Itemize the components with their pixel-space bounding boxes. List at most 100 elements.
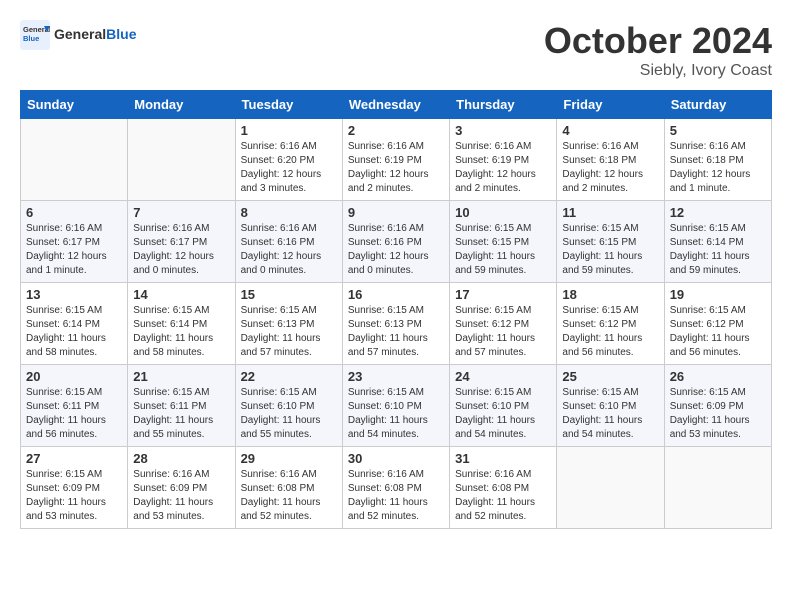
day-number: 12 [670,205,766,220]
day-cell: 14 Sunrise: 6:15 AM Sunset: 6:14 PM Dayli… [128,283,235,365]
day-cell: 11 Sunrise: 6:15 AM Sunset: 6:15 PM Dayli… [557,201,664,283]
day-cell [664,447,771,529]
day-cell: 5Sunrise: 6:16 AM Sunset: 6:18 PM Daylig… [664,119,771,201]
location-subtitle: Siebly, Ivory Coast [544,62,772,80]
day-number: 14 [133,287,229,302]
day-number: 4 [562,123,658,138]
logo-icon: General Blue [20,20,50,50]
logo: General Blue GeneralBlue [20,20,136,50]
day-number: 28 [133,451,229,466]
weekday-header-row: SundayMondayTuesdayWednesdayThursdayFrid… [21,91,772,119]
day-number: 6 [26,205,122,220]
day-info: Sunrise: 6:16 AM Sunset: 6:18 PM Dayligh… [562,140,658,196]
day-cell: 27Sunrise: 6:15 AM Sunset: 6:09 PM Dayli… [21,447,128,529]
day-number: 19 [670,287,766,302]
day-number: 20 [26,369,122,384]
day-number: 3 [455,123,551,138]
day-info: Sunrise: 6:15 AM Sunset: 6:15 PM Dayligh… [562,222,658,278]
day-number: 26 [670,369,766,384]
day-number: 15 [241,287,337,302]
day-cell: 16 Sunrise: 6:15 AM Sunset: 6:13 PM Dayli… [342,283,449,365]
week-row-4: 20 Sunrise: 6:15 AM Sunset: 6:11 PM Dayli… [21,365,772,447]
day-info: Sunrise: 6:16 AM Sunset: 6:17 PM Dayligh… [26,222,122,278]
day-info: Sunrise: 6:15 AM Sunset: 6:10 PM Dayligh… [562,386,658,442]
day-cell: 31 Sunrise: 6:16 AM Sunset: 6:08 PM Dayli… [450,447,557,529]
day-cell: 8Sunrise: 6:16 AM Sunset: 6:16 PM Daylig… [235,201,342,283]
day-cell: 2 Sunrise: 6:16 AM Sunset: 6:19 PM Daylig… [342,119,449,201]
day-number: 8 [241,205,337,220]
day-info: Sunrise: 6:15 AM Sunset: 6:13 PM Dayligh… [241,304,337,360]
day-cell: 17Sunrise: 6:15 AM Sunset: 6:12 PM Dayli… [450,283,557,365]
day-cell [21,119,128,201]
day-info: Sunrise: 6:15 AM Sunset: 6:10 PM Dayligh… [348,386,444,442]
week-row-5: 27Sunrise: 6:15 AM Sunset: 6:09 PM Dayli… [21,447,772,529]
day-cell: 6 Sunrise: 6:16 AM Sunset: 6:17 PM Daylig… [21,201,128,283]
week-row-1: 1 Sunrise: 6:16 AM Sunset: 6:20 PM Daylig… [21,119,772,201]
day-number: 30 [348,451,444,466]
day-number: 31 [455,451,551,466]
day-info: Sunrise: 6:15 AM Sunset: 6:11 PM Dayligh… [26,386,122,442]
weekday-header-tuesday: Tuesday [235,91,342,119]
day-info: Sunrise: 6:16 AM Sunset: 6:20 PM Dayligh… [241,140,337,196]
day-number: 13 [26,287,122,302]
day-info: Sunrise: 6:16 AM Sunset: 6:19 PM Dayligh… [455,140,551,196]
day-cell: 3 Sunrise: 6:16 AM Sunset: 6:19 PM Daylig… [450,119,557,201]
weekday-header-friday: Friday [557,91,664,119]
day-number: 10 [455,205,551,220]
day-cell: 12 Sunrise: 6:15 AM Sunset: 6:14 PM Dayli… [664,201,771,283]
day-info: Sunrise: 6:16 AM Sunset: 6:19 PM Dayligh… [348,140,444,196]
day-number: 11 [562,205,658,220]
day-info: Sunrise: 6:16 AM Sunset: 6:08 PM Dayligh… [241,468,337,524]
day-info: Sunrise: 6:15 AM Sunset: 6:13 PM Dayligh… [348,304,444,360]
day-info: Sunrise: 6:15 AM Sunset: 6:15 PM Dayligh… [455,222,551,278]
day-cell: 26Sunrise: 6:15 AM Sunset: 6:09 PM Dayli… [664,365,771,447]
day-number: 2 [348,123,444,138]
day-number: 22 [241,369,337,384]
day-cell: 13 Sunrise: 6:15 AM Sunset: 6:14 PM Dayli… [21,283,128,365]
svg-text:Blue: Blue [23,34,39,43]
day-number: 25 [562,369,658,384]
day-cell: 23 Sunrise: 6:15 AM Sunset: 6:10 PM Dayli… [342,365,449,447]
day-info: Sunrise: 6:15 AM Sunset: 6:10 PM Dayligh… [241,386,337,442]
weekday-header-saturday: Saturday [664,91,771,119]
week-row-2: 6 Sunrise: 6:16 AM Sunset: 6:17 PM Daylig… [21,201,772,283]
day-info: Sunrise: 6:15 AM Sunset: 6:12 PM Dayligh… [562,304,658,360]
day-info: Sunrise: 6:16 AM Sunset: 6:08 PM Dayligh… [348,468,444,524]
weekday-header-monday: Monday [128,91,235,119]
day-cell: 19Sunrise: 6:15 AM Sunset: 6:12 PM Dayli… [664,283,771,365]
day-info: Sunrise: 6:16 AM Sunset: 6:16 PM Dayligh… [348,222,444,278]
day-cell: 22 Sunrise: 6:15 AM Sunset: 6:10 PM Dayli… [235,365,342,447]
day-info: Sunrise: 6:15 AM Sunset: 6:10 PM Dayligh… [455,386,551,442]
day-info: Sunrise: 6:16 AM Sunset: 6:17 PM Dayligh… [133,222,229,278]
day-info: Sunrise: 6:16 AM Sunset: 6:09 PM Dayligh… [133,468,229,524]
day-cell: 18 Sunrise: 6:15 AM Sunset: 6:12 PM Dayli… [557,283,664,365]
weekday-header-thursday: Thursday [450,91,557,119]
day-cell: 25 Sunrise: 6:15 AM Sunset: 6:10 PM Dayli… [557,365,664,447]
day-number: 18 [562,287,658,302]
page-header: General Blue GeneralBlue October 2024 Si… [20,20,772,80]
day-number: 16 [348,287,444,302]
day-cell: 9Sunrise: 6:16 AM Sunset: 6:16 PM Daylig… [342,201,449,283]
day-cell: 29Sunrise: 6:16 AM Sunset: 6:08 PM Dayli… [235,447,342,529]
day-cell: 4 Sunrise: 6:16 AM Sunset: 6:18 PM Daylig… [557,119,664,201]
weekday-header-wednesday: Wednesday [342,91,449,119]
day-number: 1 [241,123,337,138]
day-cell [128,119,235,201]
day-cell: 10 Sunrise: 6:15 AM Sunset: 6:15 PM Dayli… [450,201,557,283]
day-info: Sunrise: 6:15 AM Sunset: 6:14 PM Dayligh… [670,222,766,278]
logo-general: General [54,26,106,42]
month-title: October 2024 [544,20,772,62]
day-number: 23 [348,369,444,384]
day-cell: 21Sunrise: 6:15 AM Sunset: 6:11 PM Dayli… [128,365,235,447]
day-info: Sunrise: 6:16 AM Sunset: 6:08 PM Dayligh… [455,468,551,524]
day-cell: 1 Sunrise: 6:16 AM Sunset: 6:20 PM Daylig… [235,119,342,201]
logo-text: GeneralBlue [54,27,136,42]
day-info: Sunrise: 6:15 AM Sunset: 6:14 PM Dayligh… [26,304,122,360]
day-cell: 28 Sunrise: 6:16 AM Sunset: 6:09 PM Dayli… [128,447,235,529]
title-block: October 2024 Siebly, Ivory Coast [544,20,772,80]
day-info: Sunrise: 6:15 AM Sunset: 6:12 PM Dayligh… [455,304,551,360]
calendar-table: SundayMondayTuesdayWednesdayThursdayFrid… [20,90,772,529]
logo-blue: Blue [106,26,136,42]
day-info: Sunrise: 6:15 AM Sunset: 6:14 PM Dayligh… [133,304,229,360]
day-number: 24 [455,369,551,384]
